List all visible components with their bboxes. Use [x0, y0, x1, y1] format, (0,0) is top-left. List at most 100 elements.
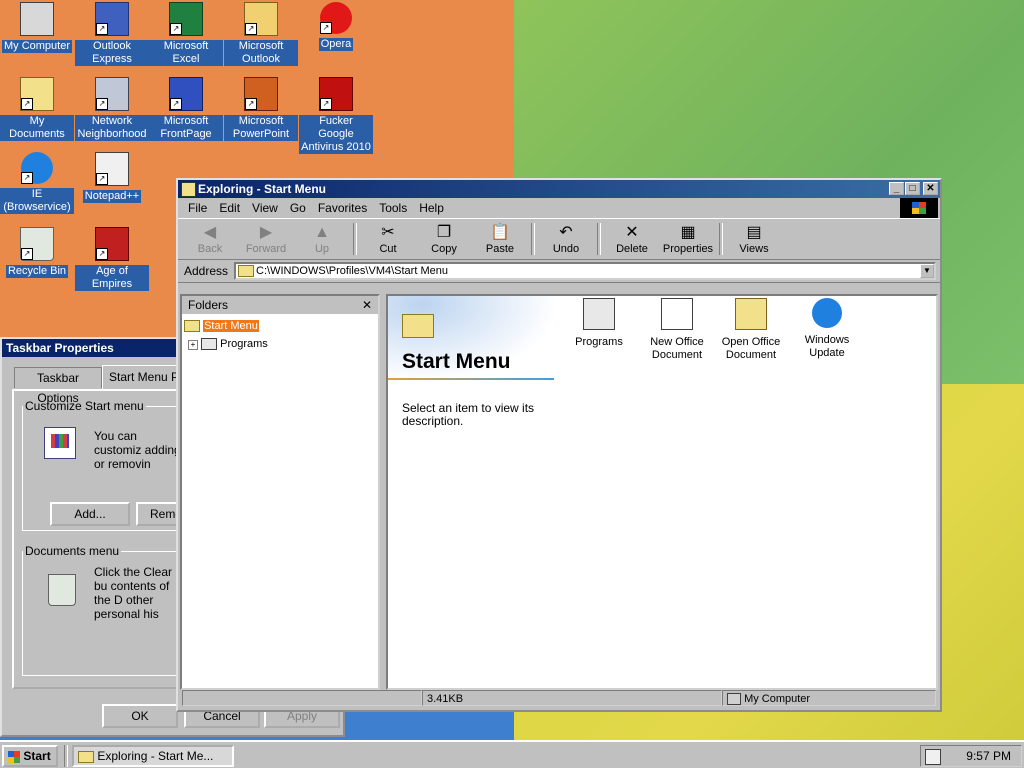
toolbar-label: Up [314, 243, 330, 255]
toolbar-back-button[interactable]: ◀ Back [182, 223, 238, 255]
age-of-empires-icon: ↗ [95, 227, 129, 261]
toolbar-properties-button[interactable]: ▦ Properties [660, 223, 716, 255]
desktop-icon-ie[interactable]: ↗ IE (Browservice) [0, 152, 74, 214]
toolbar-label: Properties [662, 243, 714, 255]
explorer-window[interactable]: Exploring - Start Menu _ □ ✕ File Edit V… [176, 178, 942, 712]
address-input[interactable]: C:\WINDOWS\Profiles\VM4\Start Menu ▼ [234, 262, 936, 280]
toolbar-separator [531, 223, 535, 255]
taskbar-task-explorer[interactable]: Exploring - Start Me... [72, 745, 234, 767]
toolbar-forward-button[interactable]: ▶ Forward [238, 223, 294, 255]
views-icon: ▤ [746, 224, 762, 241]
desktop-icon-label: Network Neighborhood [75, 115, 149, 141]
shortcut-arrow-icon: ↗ [96, 248, 108, 260]
taskbar: Start Exploring - Start Me... 9:57 PM [0, 740, 1024, 768]
toolbar-label: Back [197, 243, 223, 255]
menu-file[interactable]: File [182, 201, 213, 215]
item-label: Open Office Document [721, 336, 781, 361]
close-folders-icon[interactable]: ✕ [362, 296, 372, 314]
windows-update-icon [812, 298, 842, 328]
toolbar-label: Forward [245, 243, 287, 255]
outlook-express-icon: ↗ [95, 2, 129, 36]
desktop-icon-frontpage[interactable]: ↗ Microsoft FrontPage [149, 77, 223, 141]
desktop-icon-label: IE (Browservice) [0, 188, 74, 214]
close-button[interactable]: ✕ [923, 182, 938, 195]
desktop-icon-powerpoint[interactable]: ↗ Microsoft PowerPoint [224, 77, 298, 141]
desktop-icon-label: My Documents [0, 115, 74, 141]
start-menu-folder-icon [402, 314, 434, 338]
explorer-titlebar[interactable]: Exploring - Start Menu _ □ ✕ [178, 180, 940, 198]
status-bar: 3.41KB My Computer [182, 690, 936, 708]
tree-item-start-menu[interactable]: Start Menu [184, 320, 259, 333]
clock[interactable]: 9:57 PM [966, 749, 1011, 763]
toolbar-undo-button[interactable]: ↶ Undo [538, 223, 594, 255]
desktop-icon-antivirus[interactable]: ↗ Fucker Google Antivirus 2010 [299, 77, 373, 154]
desktop-icon-my-computer[interactable]: My Computer [0, 2, 74, 53]
desktop-icon-label: Notepad++ [82, 190, 142, 203]
tab-taskbar-options[interactable]: Taskbar Options [14, 367, 102, 405]
notepad-icon: ↗ [95, 152, 129, 186]
toolbar-up-button[interactable]: ▲ Up [294, 223, 350, 255]
item-programs[interactable]: Programs [564, 298, 634, 349]
shortcut-arrow-icon: ↗ [170, 98, 182, 110]
toolbar-separator [597, 223, 601, 255]
menu-edit[interactable]: Edit [213, 201, 246, 215]
status-size: 3.41KB [422, 690, 722, 706]
menu-view[interactable]: View [246, 201, 284, 215]
scheduler-icon[interactable] [925, 749, 941, 765]
toolbar-views-button[interactable]: ▤ Views [726, 223, 782, 255]
desktop-icon-label: Age of Empires [75, 265, 149, 291]
toolbar-label: Cut [379, 243, 397, 255]
antivirus-icon: ↗ [319, 77, 353, 111]
cut-icon: ✂ [381, 224, 395, 241]
excel-icon: ↗ [169, 2, 203, 36]
desktop-icon-opera[interactable]: ↗ Opera [299, 2, 373, 51]
my-computer-icon [727, 693, 741, 706]
folder-icon [238, 265, 255, 277]
menu-help[interactable]: Help [413, 201, 450, 215]
documents-folder-icon: ↗ [20, 77, 54, 111]
add-button[interactable]: Add... [50, 502, 130, 526]
minimize-button[interactable]: _ [889, 182, 904, 195]
item-label: Windows Update [804, 334, 850, 359]
shortcut-arrow-icon: ↗ [245, 98, 257, 110]
desktop-icon-my-documents[interactable]: ↗ My Documents [0, 77, 74, 141]
toolbar: ◀ Back ▶ Forward ▲ Up ✂ Cut ❐ Copy 📋 Paste ↶ Undo ✕ Del… [178, 218, 940, 260]
contents-pane[interactable]: Start Menu Select an item to view its de… [386, 294, 938, 690]
menu-bar: File Edit View Go Favorites Tools Help [178, 198, 940, 218]
ok-button[interactable]: OK [102, 704, 178, 728]
recycle-bin-icon [48, 574, 76, 606]
webview-description: Select an item to view its description. [402, 401, 535, 428]
menu-favorites[interactable]: Favorites [312, 201, 373, 215]
status-left [182, 690, 422, 706]
start-button[interactable]: Start [2, 745, 58, 767]
computer-icon [20, 2, 54, 36]
documents-description: Click the Clear bu contents of the D oth… [94, 565, 173, 621]
item-windows-update[interactable]: Windows Update [792, 298, 862, 360]
desktop-icon-network[interactable]: ↗ Network Neighborhood [75, 77, 149, 141]
desktop-icon-excel[interactable]: ↗ Microsoft Excel [149, 2, 223, 66]
desktop-icon-recycle[interactable]: ↗ Recycle Bin [0, 227, 74, 278]
desktop-icon-aoe[interactable]: ↗ Age of Empires [75, 227, 149, 291]
desktop-icon-notepadpp[interactable]: ↗ Notepad++ [75, 152, 149, 203]
toolbar-paste-button[interactable]: 📋 Paste [472, 223, 528, 255]
folders-pane[interactable]: Folders ✕ Start Menu + Programs [180, 294, 380, 690]
desktop-icon-label: Microsoft Outlook [224, 40, 298, 66]
desktop-icon-label: Microsoft FrontPage [149, 115, 223, 141]
tree-item-programs[interactable]: + Programs [188, 338, 268, 351]
address-dropdown-button[interactable]: ▼ [920, 264, 934, 278]
menu-tools[interactable]: Tools [373, 201, 413, 215]
maximize-button[interactable]: □ [905, 182, 920, 195]
open-office-document-icon [735, 298, 767, 330]
desktop-icon-outlook-express[interactable]: ↗ Outlook Express [75, 2, 149, 66]
item-new-office-document[interactable]: New Office Document [642, 298, 712, 362]
powerpoint-icon: ↗ [244, 77, 278, 111]
menu-go[interactable]: Go [284, 201, 312, 215]
expand-icon[interactable]: + [188, 340, 198, 350]
toolbar-copy-button[interactable]: ❐ Copy [416, 223, 472, 255]
toolbar-separator [719, 223, 723, 255]
desktop-icon-outlook[interactable]: ↗ Microsoft Outlook [224, 2, 298, 66]
item-open-office-document[interactable]: Open Office Document [716, 298, 786, 362]
item-label: New Office Document [650, 336, 704, 361]
toolbar-cut-button[interactable]: ✂ Cut [360, 223, 416, 255]
toolbar-delete-button[interactable]: ✕ Delete [604, 223, 660, 255]
